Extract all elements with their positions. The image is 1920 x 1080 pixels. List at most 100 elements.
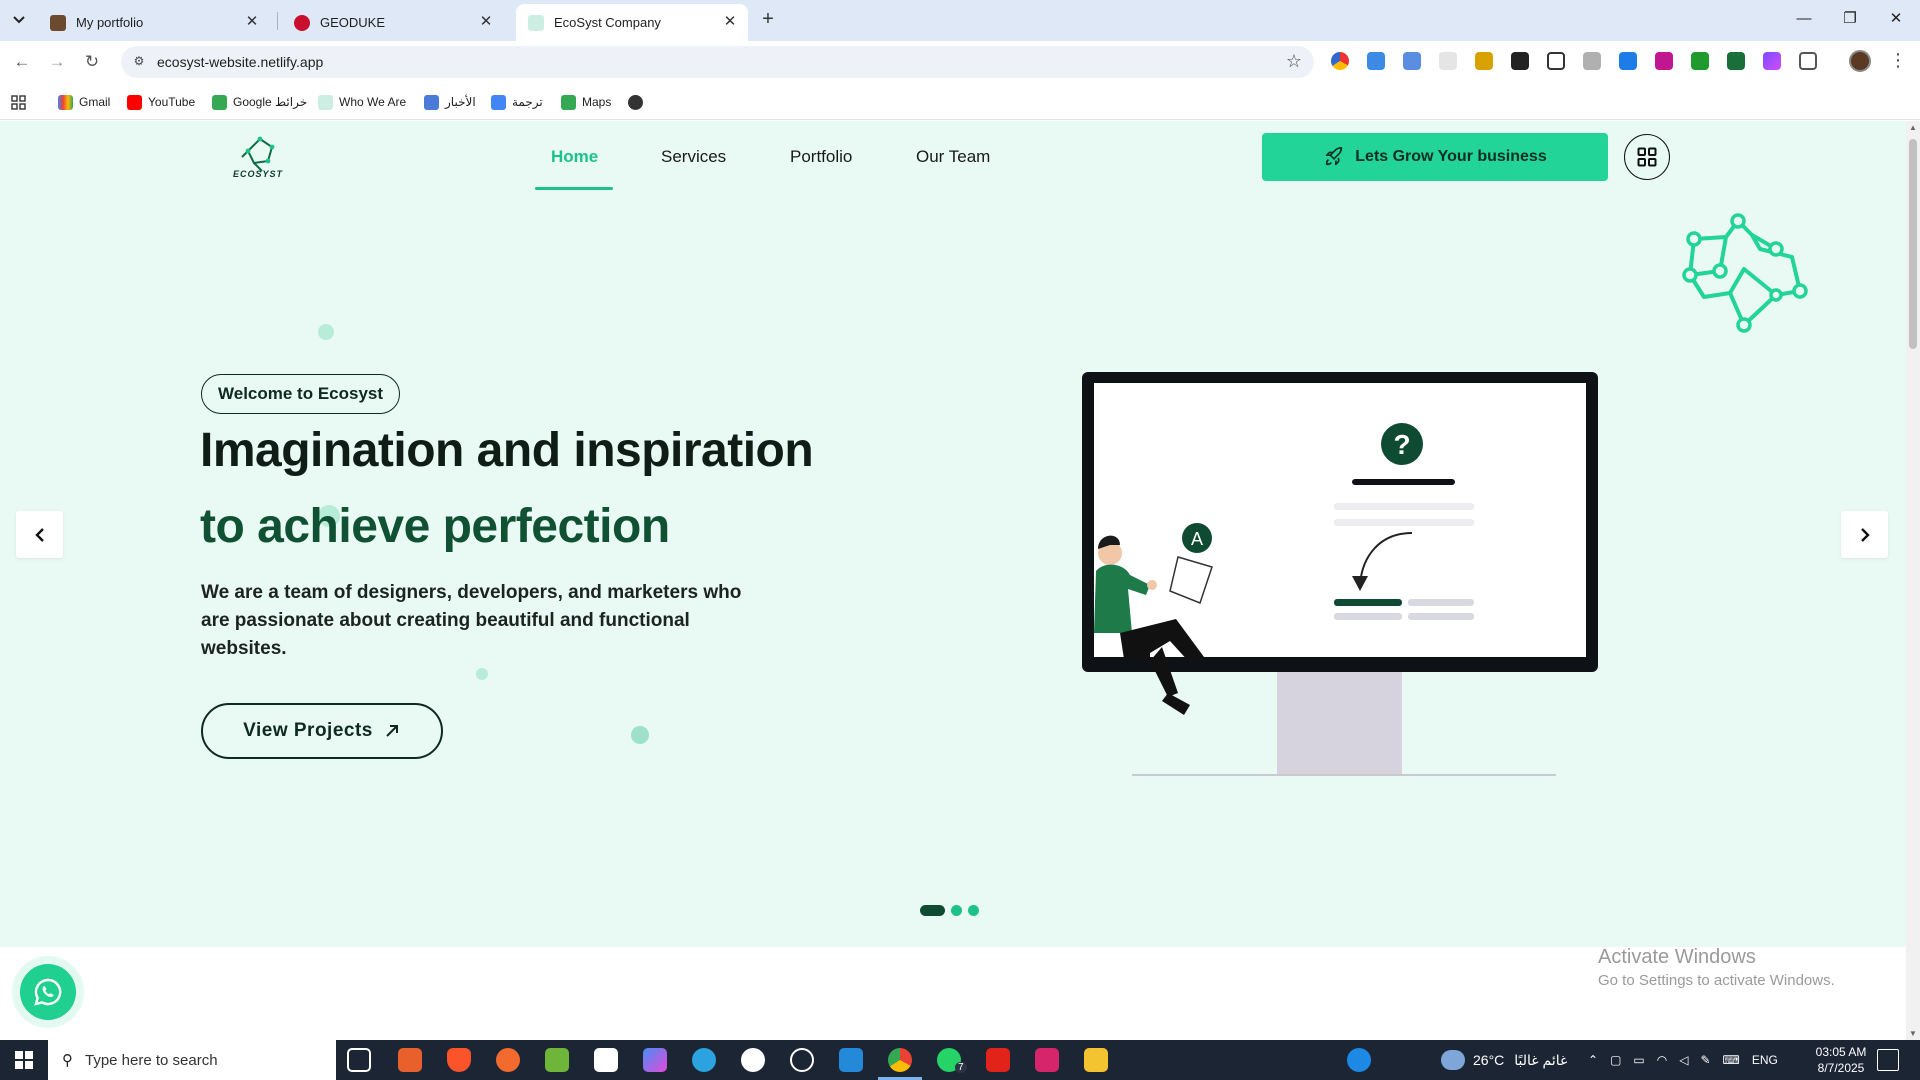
xampp-icon[interactable]: [398, 1048, 422, 1072]
camera-icon[interactable]: [1583, 52, 1601, 70]
apps-grid-icon[interactable]: [11, 92, 26, 112]
help-icon[interactable]: [1347, 1048, 1371, 1072]
restore-button[interactable]: ❐: [1838, 8, 1862, 30]
whatsapp-chat-button[interactable]: [20, 964, 76, 1020]
extension-icon[interactable]: [1619, 52, 1637, 70]
wps-office-icon[interactable]: [986, 1048, 1010, 1072]
extension-icon[interactable]: [1331, 52, 1349, 70]
start-button[interactable]: [0, 1040, 48, 1080]
task-view-icon[interactable]: [347, 1048, 371, 1072]
nav-services[interactable]: Services: [661, 147, 726, 167]
carousel-indicators: [920, 903, 985, 917]
tab-title: EcoSyst Company: [554, 15, 661, 30]
brave-browser-icon[interactable]: [447, 1048, 471, 1072]
page-scrollbar[interactable]: ▲ ▼: [1906, 121, 1920, 1040]
translate-icon: [491, 94, 506, 110]
browser-menu-icon[interactable]: ⋮: [1889, 50, 1907, 71]
extension-icon[interactable]: [1763, 52, 1781, 70]
tab-my-portfolio[interactable]: My portfolio ✕: [38, 4, 270, 41]
view-projects-label: View Projects: [243, 720, 373, 741]
carousel-next-button[interactable]: [1841, 511, 1888, 558]
reload-button[interactable]: ↻: [80, 50, 104, 74]
weather-widget[interactable]: 26°C غائم غالبًا: [1441, 1040, 1567, 1080]
postman-icon[interactable]: [496, 1048, 520, 1072]
language-indicator[interactable]: ENG: [1752, 1053, 1778, 1067]
minimize-button[interactable]: —: [1792, 8, 1816, 30]
nav-our-team[interactable]: Our Team: [916, 147, 990, 167]
bookmark-label: Gmail: [79, 95, 111, 109]
address-bar[interactable]: ⚙ ecosyst-website.netlify.app ☆: [121, 46, 1314, 78]
bookmark-google-maps-ar[interactable]: Google خرائط: [212, 92, 307, 112]
bookmark-globe[interactable]: [628, 92, 649, 112]
cloud-icon: [1441, 1050, 1465, 1070]
file-explorer-icon[interactable]: [1084, 1048, 1108, 1072]
scrollbar-thumb[interactable]: [1909, 139, 1917, 349]
chevron-left-icon: [34, 527, 44, 542]
hero-illustration: ? A: [1082, 372, 1598, 776]
github-icon[interactable]: [741, 1048, 765, 1072]
forward-button[interactable]: →: [45, 50, 69, 74]
extension-icon[interactable]: [1727, 52, 1745, 70]
extension-icon[interactable]: [1655, 52, 1673, 70]
device-icon[interactable]: ▢: [1610, 1053, 1621, 1067]
browser-toolbar: ← → ↻ ⚙ ecosyst-website.netlify.app ☆ ⋮: [0, 41, 1920, 82]
carousel-indicator-1[interactable]: [920, 904, 945, 916]
battery-icon[interactable]: ▭: [1633, 1053, 1644, 1067]
close-window-button[interactable]: ✕: [1884, 8, 1908, 30]
taskbar-clock[interactable]: 03:05 AM 8/7/2025: [1806, 1044, 1876, 1076]
bookmark-translate[interactable]: ترجمة: [491, 92, 543, 112]
app-icon[interactable]: [1035, 1048, 1059, 1072]
extension-icon[interactable]: [1439, 52, 1457, 70]
chrome-icon[interactable]: [888, 1048, 912, 1072]
tab-ecosyst-company[interactable]: EcoSyst Company ✕: [516, 4, 748, 41]
view-projects-button[interactable]: View Projects: [201, 703, 443, 759]
app-icon[interactable]: [594, 1048, 618, 1072]
nav-home[interactable]: Home: [551, 147, 598, 167]
nav-portfolio[interactable]: Portfolio: [790, 147, 852, 167]
copilot-icon[interactable]: [643, 1048, 667, 1072]
download-icon[interactable]: [1691, 52, 1709, 70]
scroll-down-arrow-icon[interactable]: ▼: [1909, 1029, 1917, 1038]
back-button[interactable]: ←: [10, 50, 34, 74]
extension-icon[interactable]: [1403, 52, 1421, 70]
bookmark-news[interactable]: الأخبار: [424, 92, 476, 112]
tab-search-button[interactable]: [8, 9, 30, 31]
wifi-icon[interactable]: ◠: [1657, 1053, 1667, 1067]
grow-business-button[interactable]: Lets Grow Your business: [1262, 133, 1608, 181]
carousel-prev-button[interactable]: [16, 511, 63, 558]
close-tab-icon[interactable]: ✕: [478, 14, 494, 30]
menu-grid-button[interactable]: [1624, 134, 1670, 180]
extension-icon[interactable]: [1475, 52, 1493, 70]
profile-avatar[interactable]: [1849, 50, 1871, 72]
download-manager-icon[interactable]: [1367, 52, 1385, 70]
chatgpt-icon[interactable]: [790, 1048, 814, 1072]
volume-icon[interactable]: ◁: [1679, 1053, 1688, 1067]
keyboard-icon[interactable]: ⌨: [1723, 1053, 1740, 1067]
notifications-icon[interactable]: [1877, 1049, 1899, 1071]
telegram-icon[interactable]: [692, 1048, 716, 1072]
vscode-icon[interactable]: [839, 1048, 863, 1072]
extensions-puzzle-icon[interactable]: [1799, 52, 1817, 70]
bookmark-gmail[interactable]: Gmail: [58, 92, 110, 112]
show-hidden-icons-chevron-icon[interactable]: ⌃: [1588, 1053, 1598, 1067]
extension-icon[interactable]: [1511, 52, 1529, 70]
pen-icon[interactable]: ✎: [1700, 1053, 1710, 1067]
taskbar-search-box[interactable]: ⚲ Type here to search: [48, 1040, 336, 1080]
bookmark-label: YouTube: [148, 95, 196, 109]
bookmark-who-we-are[interactable]: Who We Are: [318, 92, 406, 112]
carousel-indicator-2[interactable]: [951, 904, 962, 916]
carousel-indicator-3[interactable]: [968, 904, 979, 916]
new-tab-button[interactable]: +: [758, 8, 778, 32]
site-info-icon[interactable]: ⚙: [131, 54, 147, 70]
scroll-up-arrow-icon[interactable]: ▲: [1909, 123, 1917, 132]
bookmark-youtube[interactable]: YouTube: [127, 92, 195, 112]
bookmark-maps[interactable]: Maps: [561, 92, 611, 112]
chevron-down-icon: [13, 16, 25, 24]
image-icon[interactable]: [1547, 52, 1565, 70]
close-tab-icon[interactable]: ✕: [244, 14, 260, 30]
maps-icon: [561, 94, 576, 110]
app-icon[interactable]: [545, 1048, 569, 1072]
tab-geoduke[interactable]: GEODUKE ✕: [282, 4, 504, 41]
close-tab-icon[interactable]: ✕: [722, 14, 738, 30]
bookmark-star-icon[interactable]: ☆: [1286, 51, 1302, 72]
